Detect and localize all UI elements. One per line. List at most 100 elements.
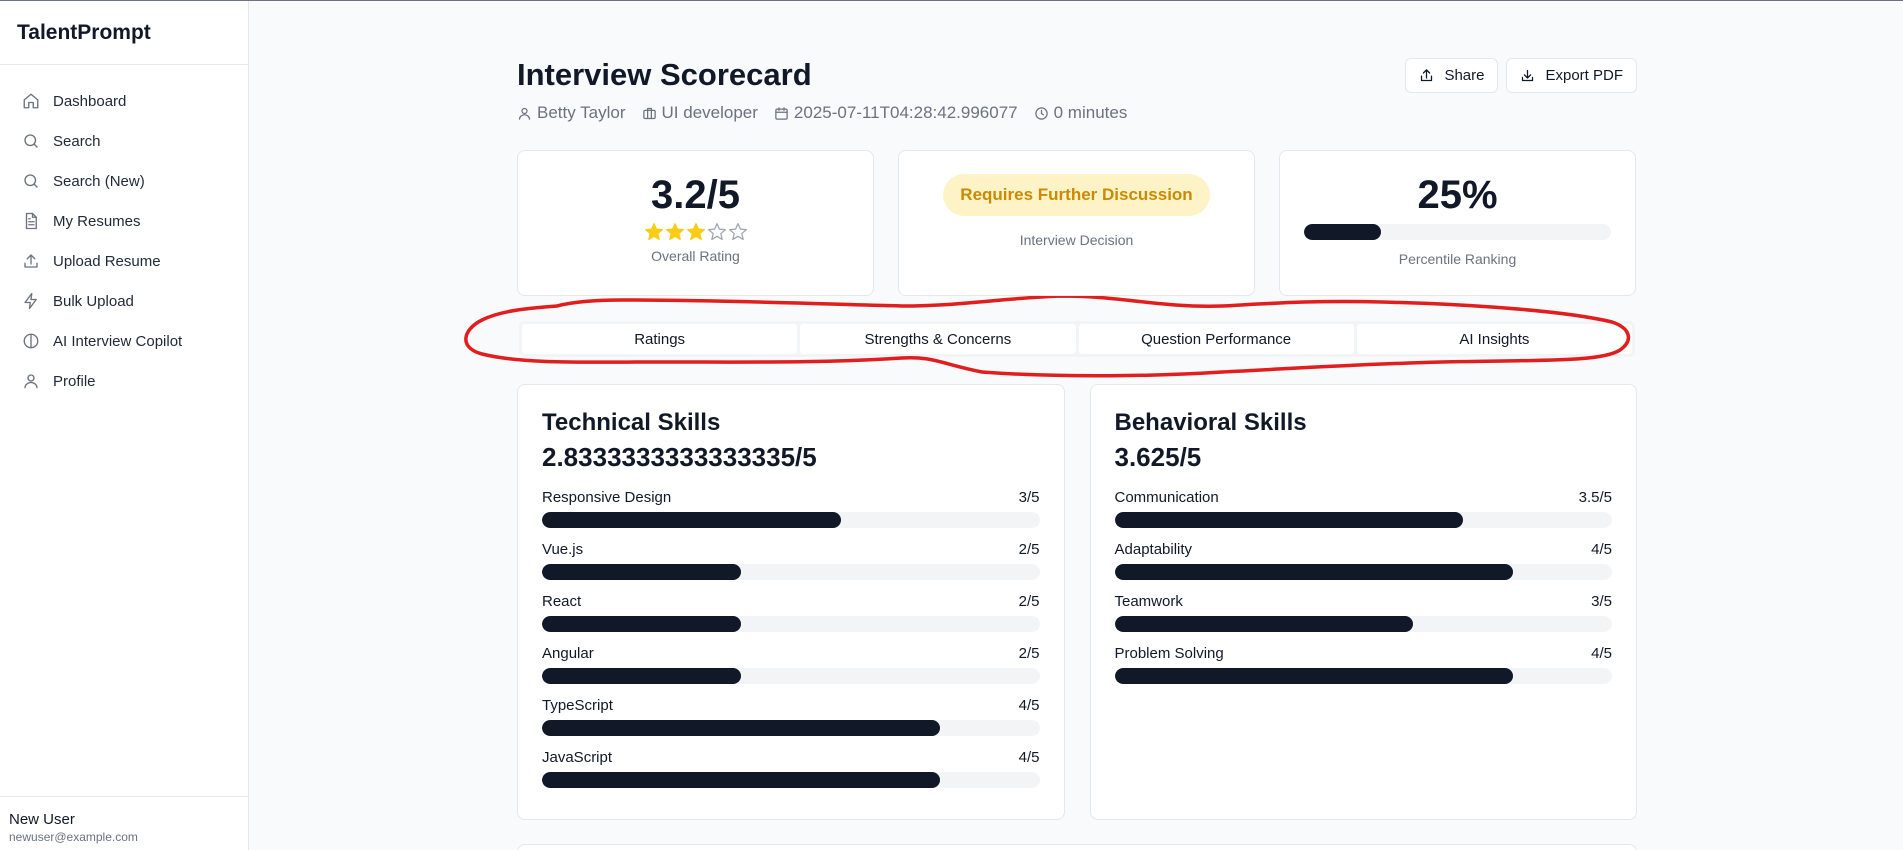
sidebar-item-label: Upload Resume (53, 252, 161, 270)
skill-name: TypeScript (542, 697, 613, 714)
sidebar-item-label: Search (53, 132, 101, 150)
sidebar-item-ai-interview-copilot[interactable]: AI Interview Copilot (0, 321, 248, 361)
skill-progress-fill (1114, 564, 1513, 580)
sidebar-item-search-new[interactable]: Search (New) (0, 161, 248, 201)
percentile-value: 25% (1417, 173, 1498, 217)
percentile-label: Percentile Ranking (1398, 251, 1517, 267)
skill-progress-bar (1114, 512, 1612, 528)
decision-card: Requires Further Discussion Interview De… (898, 150, 1255, 296)
skill-progress-fill (542, 616, 741, 632)
skill-progress-bar (1114, 564, 1612, 580)
skill-progress-bar (542, 720, 1040, 736)
sidebar-item-search[interactable]: Search (0, 121, 248, 161)
brand-logo[interactable]: TalentPrompt (0, 1, 248, 65)
sidebar-item-bulk-upload[interactable]: Bulk Upload (0, 281, 248, 321)
skill-progress-bar (542, 564, 1040, 580)
sidebar-item-upload-resume[interactable]: Upload Resume (0, 241, 248, 281)
home-icon (22, 92, 40, 110)
sidebar-item-label: Profile (53, 372, 96, 390)
star-filled-icon (644, 223, 663, 241)
skills-section: Technical Skills 2.8333333333333335/5 Re… (517, 384, 1637, 820)
share-icon (1421, 69, 1433, 82)
skill-progress-fill (1114, 668, 1513, 684)
sidebar-item-label: Bulk Upload (53, 292, 134, 310)
next-section-card (517, 844, 1637, 850)
skill-row: Responsive Design 3/5 (542, 489, 1040, 541)
duration-meta: 0 minutes (1034, 103, 1128, 123)
skill-name: Angular (542, 645, 594, 662)
skill-row: Teamwork 3/5 (1114, 593, 1613, 645)
tab-ratings[interactable]: Ratings (522, 324, 798, 354)
skill-row: Vue.js 2/5 (542, 541, 1040, 593)
role-name: UI developer (661, 103, 758, 122)
skill-progress-fill (1114, 616, 1413, 632)
page-title: Interview Scorecard (517, 57, 812, 92)
skill-progress-fill (1114, 512, 1463, 528)
skill-name: Responsive Design (542, 489, 672, 506)
skill-score: 4/5 (1018, 749, 1040, 766)
sidebar-item-label: Dashboard (53, 92, 127, 110)
skill-row: Communication 3.5/5 (1114, 489, 1613, 541)
download-icon (1522, 69, 1534, 82)
behavioral-skills-score: 3.625/5 (1114, 442, 1202, 472)
export-pdf-button[interactable]: Export PDF (1506, 58, 1637, 93)
user-account[interactable]: New User newuser@example.com (0, 796, 248, 850)
skill-score: 4/5 (1591, 645, 1612, 662)
interview-date: 2025-07-11T04:28:42.996077 (793, 103, 1018, 122)
overall-rating-label: Overall Rating (651, 248, 740, 264)
skill-score: 4/5 (1591, 541, 1612, 558)
sidebar-item-profile[interactable]: Profile (0, 361, 248, 401)
percentile-card: 25% Percentile Ranking (1279, 150, 1636, 296)
technical-skills-score: 2.8333333333333335/5 (542, 442, 817, 472)
tab-question-performance[interactable]: Question Performance (1078, 324, 1354, 354)
star-empty-icon (707, 223, 726, 241)
skill-name: Vue.js (542, 541, 584, 558)
skill-row-header: TypeScript 4/5 (542, 697, 1040, 714)
document-icon (22, 212, 40, 230)
skill-progress-bar (542, 512, 1040, 528)
skill-name: JavaScript (542, 749, 613, 766)
percentile-progress-fill (1304, 224, 1381, 240)
share-button[interactable]: Share (1405, 58, 1499, 93)
technical-skills-title: Technical Skills (542, 409, 721, 436)
skill-row-header: JavaScript 4/5 (542, 749, 1040, 766)
skill-name: Adaptability (1114, 541, 1193, 558)
sidebar-item-label: Search (New) (53, 172, 145, 190)
skill-row-header: Teamwork 3/5 (1115, 593, 1613, 610)
star-rating (518, 222, 873, 244)
skill-row: React 2/5 (542, 593, 1040, 645)
skill-progress-fill (542, 668, 741, 684)
user-email: newuser@example.com (9, 830, 138, 844)
interview-duration: 0 minutes (1053, 103, 1128, 122)
briefcase-icon (642, 107, 656, 119)
skill-score: 2/5 (1018, 593, 1040, 610)
skill-row-header: Angular 2/5 (542, 645, 1040, 662)
brain-icon (22, 332, 40, 350)
star-filled-icon (686, 223, 705, 241)
skill-row: Angular 2/5 (542, 645, 1040, 697)
sidebar: TalentPrompt Dashboard Search Search (Ne… (0, 1, 249, 850)
calendar-icon (775, 106, 788, 120)
candidate-meta: Betty Taylor (517, 103, 626, 123)
export-label: Export PDF (1545, 67, 1623, 84)
skill-row-header: Communication 3.5/5 (1115, 489, 1613, 506)
behavioral-skills-card: Behavioral Skills 3.625/5 Communication 3… (1089, 384, 1637, 820)
sidebar-item-my-resumes[interactable]: My Resumes (0, 201, 248, 241)
skill-row-header: Adaptability 4/5 (1115, 541, 1613, 558)
user-icon (518, 107, 531, 120)
skill-progress-fill (542, 564, 741, 580)
skill-progress-bar (542, 668, 1040, 684)
skill-row-header: Vue.js 2/5 (542, 541, 1040, 558)
tab-ai-insights[interactable]: AI Insights (1356, 324, 1632, 354)
skill-name: Problem Solving (1114, 645, 1224, 662)
technical-skills-card: Technical Skills 2.8333333333333335/5 Re… (517, 384, 1065, 820)
sidebar-item-dashboard[interactable]: Dashboard (0, 81, 248, 121)
date-meta: 2025-07-11T04:28:42.996077 (774, 103, 1018, 123)
percentile-progress-bar (1304, 224, 1611, 240)
skill-score: 3/5 (1018, 489, 1040, 506)
tab-strengths-concerns[interactable]: Strengths & Concerns (800, 324, 1076, 354)
upload-icon (22, 252, 40, 270)
skill-progress-bar (1114, 616, 1612, 632)
sidebar-item-label: My Resumes (53, 212, 141, 230)
skill-progress-bar (542, 772, 1040, 788)
